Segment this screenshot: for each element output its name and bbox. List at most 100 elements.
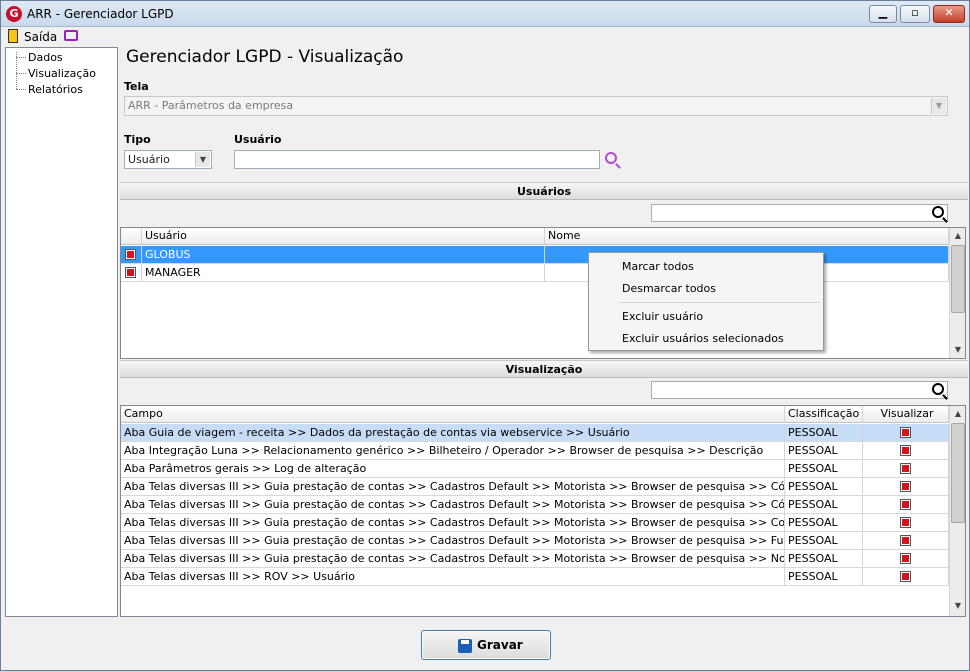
tela-select[interactable]: ARR - Parâmetros da empresa ▼	[124, 96, 948, 116]
row-checkbox[interactable]	[125, 249, 136, 260]
table-row[interactable]: Aba Integração Luna >> Relacionamento ge…	[121, 442, 949, 460]
screen-icon[interactable]	[64, 30, 78, 41]
exit-door-icon[interactable]	[8, 29, 18, 43]
table-row[interactable]: MANAGER	[121, 264, 949, 282]
scroll-up-icon[interactable]: ▲	[950, 406, 965, 422]
table-row[interactable]: Aba Telas diversas III >> Guia prestação…	[121, 496, 949, 514]
row-checkbox[interactable]	[125, 267, 136, 278]
tela-select-value: ARR - Parâmetros da empresa	[128, 99, 294, 112]
tela-label: Tela	[124, 80, 149, 93]
table-row[interactable]: Aba Telas diversas III >> Guia prestação…	[121, 514, 949, 532]
visualizar-checkbox[interactable]	[900, 517, 911, 528]
visualizar-cell	[863, 460, 949, 478]
table-row[interactable]: Aba Telas diversas III >> Guia prestação…	[121, 478, 949, 496]
classificacao-cell: PESSOAL	[785, 532, 863, 550]
save-button-label: Gravar	[477, 638, 523, 652]
users-search-input[interactable]	[651, 204, 948, 222]
visualizar-checkbox[interactable]	[900, 445, 911, 456]
table-row[interactable]: Aba Guia de viagem - receita >> Dados da…	[121, 424, 949, 442]
table-row[interactable]: GLOBUS	[121, 246, 949, 264]
menu-item-excluir-selecionados[interactable]: Excluir usuários selecionados	[622, 332, 784, 345]
visualizar-checkbox[interactable]	[900, 499, 911, 510]
users-section-header: Usuários	[120, 182, 968, 200]
menu-item-marcar-todos[interactable]: Marcar todos	[622, 260, 694, 273]
sidebar-tree: Dados Visualização Relatórios	[5, 47, 118, 617]
close-button[interactable]: ✕	[933, 5, 965, 23]
users-grid-scrollbar[interactable]: ▲ ▼	[949, 228, 965, 358]
tree-connector	[16, 57, 26, 58]
table-row[interactable]: Aba Telas diversas III >> Guia prestação…	[121, 532, 949, 550]
search-icon[interactable]	[932, 383, 944, 395]
visualizar-checkbox[interactable]	[900, 553, 911, 564]
tipo-label: Tipo	[124, 133, 151, 146]
scroll-down-icon[interactable]: ▼	[950, 598, 965, 614]
sidebar-item-visualizacao[interactable]: Visualização	[28, 67, 96, 80]
usuario-cell: GLOBUS	[142, 246, 545, 264]
row-checkbox-cell	[121, 246, 142, 264]
maximize-button[interactable]: ▫	[900, 5, 930, 23]
save-button[interactable]: Gravar	[421, 630, 551, 660]
exit-menu-item[interactable]: Saída	[24, 30, 57, 44]
tree-connector	[16, 89, 26, 90]
usuario-cell: MANAGER	[142, 264, 545, 282]
table-row[interactable]: Aba Telas diversas III >> ROV >> Usuário…	[121, 568, 949, 586]
save-disk-icon	[458, 639, 472, 653]
classificacao-cell: PESSOAL	[785, 568, 863, 586]
campo-cell: Aba Telas diversas III >> Guia prestação…	[121, 532, 785, 550]
tree-connector	[16, 73, 26, 74]
scroll-down-icon[interactable]: ▼	[950, 342, 965, 358]
row-checkbox-cell	[121, 264, 142, 282]
visualizar-checkbox[interactable]	[900, 463, 911, 474]
tipo-select[interactable]: Usuário ▼	[124, 150, 212, 169]
app-window: G ARR - Gerenciador LGPD ▁ ▫ ✕ Saída Dad…	[0, 0, 970, 671]
column-header-campo[interactable]: Campo	[121, 406, 785, 423]
sidebar-item-relatorios[interactable]: Relatórios	[28, 83, 83, 96]
minimize-button[interactable]: ▁	[869, 5, 897, 23]
table-row[interactable]: Aba Parâmetros gerais >> Log de alteraçã…	[121, 460, 949, 478]
usuario-input[interactable]	[234, 150, 600, 169]
classificacao-cell: PESSOAL	[785, 424, 863, 442]
column-header-visualizar[interactable]: Visualizar	[863, 406, 949, 423]
view-search-input[interactable]	[651, 381, 948, 399]
visualizar-cell	[863, 496, 949, 514]
classificacao-cell: PESSOAL	[785, 478, 863, 496]
column-header-usuario[interactable]: Usuário	[142, 228, 545, 245]
classificacao-cell: PESSOAL	[785, 550, 863, 568]
column-header-classificacao[interactable]: Classificação	[785, 406, 863, 423]
scroll-thumb[interactable]	[951, 245, 965, 313]
visualizar-cell	[863, 568, 949, 586]
search-icon[interactable]	[605, 152, 617, 164]
view-section-header: Visualização	[120, 360, 968, 378]
menu-item-desmarcar-todos[interactable]: Desmarcar todos	[622, 282, 716, 295]
visualizar-checkbox[interactable]	[900, 427, 911, 438]
table-row[interactable]: Aba Telas diversas III >> Guia prestação…	[121, 550, 949, 568]
visualizar-cell	[863, 478, 949, 496]
usuario-label: Usuário	[234, 133, 282, 146]
view-grid-scrollbar[interactable]: ▲ ▼	[949, 406, 965, 616]
menu-bar: Saída	[2, 28, 968, 46]
campo-cell: Aba Guia de viagem - receita >> Dados da…	[121, 424, 785, 442]
visualizar-checkbox[interactable]	[900, 535, 911, 546]
visualizar-checkbox[interactable]	[900, 481, 911, 492]
scroll-up-icon[interactable]: ▲	[950, 228, 965, 244]
users-grid: Usuário Nome GLOBUS MANAGER ▲ ▼	[120, 227, 966, 359]
menu-item-excluir-usuario[interactable]: Excluir usuário	[622, 310, 703, 323]
visualizar-cell	[863, 442, 949, 460]
chevron-down-icon: ▼	[931, 98, 946, 114]
users-grid-header: Usuário Nome	[121, 228, 949, 245]
visualizar-checkbox[interactable]	[900, 571, 911, 582]
classificacao-cell: PESSOAL	[785, 496, 863, 514]
search-icon[interactable]	[932, 206, 944, 218]
sidebar-item-dados[interactable]: Dados	[28, 51, 63, 64]
view-grid-header: Campo Classificação Visualizar	[121, 406, 949, 423]
users-checkbox-column-header	[121, 228, 142, 245]
classificacao-cell: PESSOAL	[785, 460, 863, 478]
scroll-thumb[interactable]	[951, 423, 965, 523]
window-title: ARR - Gerenciador LGPD	[27, 7, 174, 21]
campo-cell: Aba Telas diversas III >> Guia prestação…	[121, 550, 785, 568]
app-logo-icon: G	[6, 6, 22, 22]
campo-cell: Aba Integração Luna >> Relacionamento ge…	[121, 442, 785, 460]
tipo-select-value: Usuário	[128, 153, 170, 166]
column-header-nome[interactable]: Nome	[545, 228, 949, 245]
classificacao-cell: PESSOAL	[785, 514, 863, 532]
